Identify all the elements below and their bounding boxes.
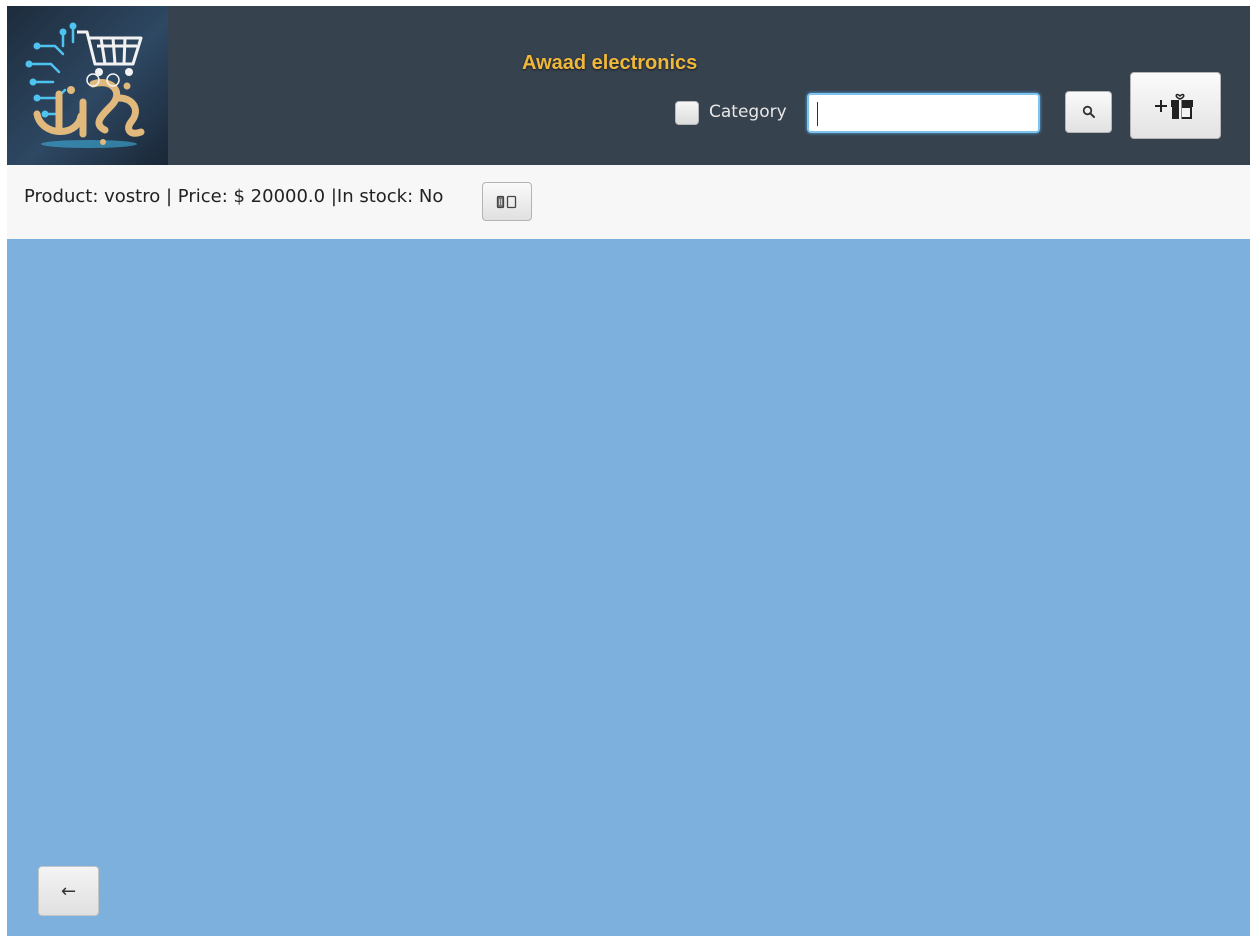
stock-label: In stock: — [336, 186, 419, 207]
category-checkbox[interactable] — [675, 101, 699, 125]
product-details: Product: vostro | Price: $ 20000.0 | In … — [24, 186, 443, 207]
add-gift-box-icon — [1154, 93, 1193, 119]
price-label: Price: — [177, 186, 234, 207]
product-name: vostro — [104, 186, 161, 207]
price-value: $ 20000.0 — [233, 186, 326, 207]
back-button[interactable]: ← — [38, 866, 99, 916]
trash-icon — [496, 195, 517, 208]
text-cursor — [817, 102, 818, 126]
add-product-button[interactable] — [1130, 72, 1221, 139]
app-window: Awaad electronics Category Product: vost… — [7, 6, 1250, 936]
search-icon — [1082, 105, 1095, 118]
category-label: Category — [709, 102, 787, 122]
product-label: Product: — [24, 186, 105, 207]
shop-logo — [7, 6, 168, 165]
separator: | — [160, 186, 178, 207]
shopping-cart-circuit-logo-icon — [25, 22, 145, 148]
app-title: Awaad electronics — [522, 52, 698, 74]
delete-product-button[interactable] — [482, 182, 532, 221]
header-bar: Awaad electronics Category — [7, 6, 1250, 165]
stock-value: No — [418, 186, 444, 207]
search-button[interactable] — [1065, 91, 1112, 133]
product-item: Product: vostro | Price: $ 20000.0 | In … — [7, 165, 1250, 239]
search-input[interactable] — [807, 93, 1040, 133]
separator: | — [325, 186, 337, 207]
